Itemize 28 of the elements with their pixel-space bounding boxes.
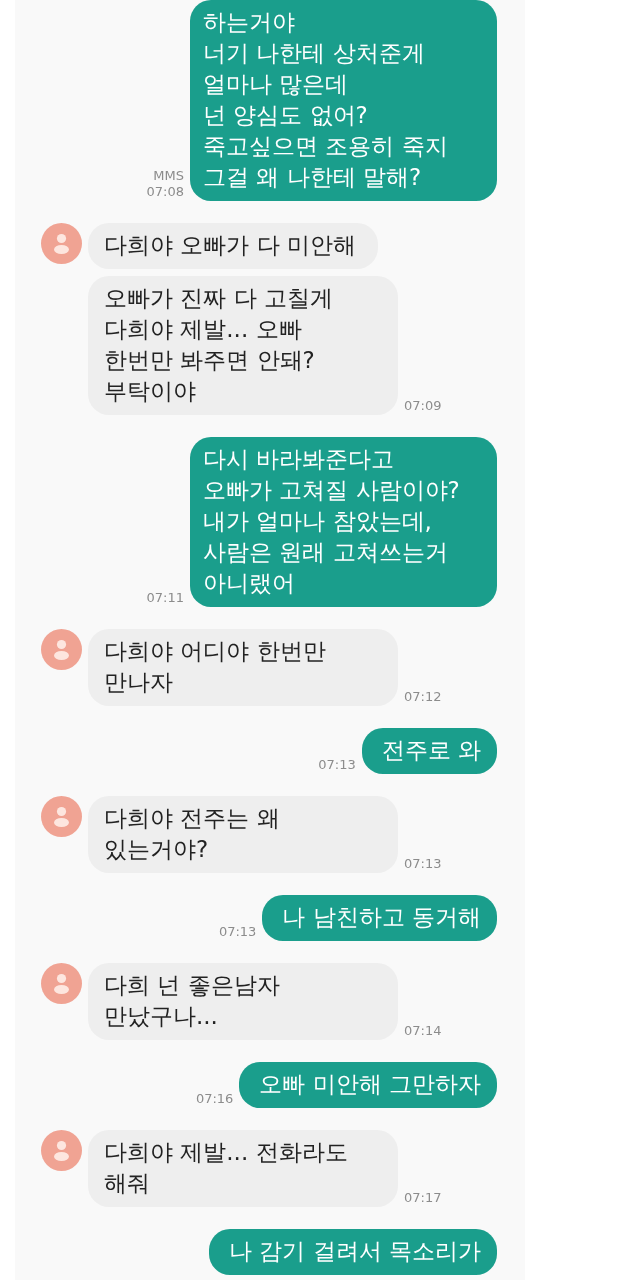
avatar-icon[interactable] [41,963,82,1004]
timestamp: 07:09 [404,398,442,414]
avatar-icon[interactable] [41,796,82,837]
avatar-icon[interactable] [41,1130,82,1171]
message-bubble: 나 감기 걸려서 목소리가 [209,1229,497,1275]
timestamp: 07:08 [146,184,184,200]
timestamp: 07:11 [146,590,184,606]
message-bubble: 전주로 와 [361,728,497,774]
message-bubble: 나 남친하고 동거해 [262,895,497,941]
timestamp: 07:12 [404,689,442,705]
timestamp: 07:17 [404,1190,442,1206]
avatar-icon[interactable] [41,223,82,264]
message-bubble: 다희야 제발... 전화라도 해줘 [88,1130,398,1207]
timestamp: 07:13 [218,924,257,940]
timestamp: 07:16 [195,1091,234,1107]
message-bubble: 하는거야 너기 나한테 상처준게 얼마나 많은데 넌 양심도 없어? 죽고싶으면 조용히 죽지 그걸 왜 나한테 말해? [190,0,497,201]
message-bubble: 오빠 미안해 그만하자 [239,1062,497,1108]
avatar-icon[interactable] [41,629,82,670]
message-bubble: 오빠가 진짜 다 고칠게 다희야 제발... 오빠 한번만 봐주면 안돼? 부탁이야 [88,276,398,415]
message-bubble: 다희야 어디야 한번만 만나자 [88,629,398,706]
message-bubble: 다희 넌 좋은남자 만났구나... [88,963,398,1040]
message-type-label: MMS [153,168,184,184]
timestamp: 07:13 [318,757,356,773]
message-bubble: 다시 바라봐준다고 오빠가 고쳐질 사람이야? 내가 얼마나 참았는데, 사람은 원래 고쳐쓰는거 아니랬어 [190,437,497,607]
message-bubble: 다희야 오빠가 다 미안해 [88,223,378,269]
message-bubble: 다희야 전주는 왜 있는거야? [88,796,398,873]
timestamp: 07:14 [404,1023,442,1039]
timestamp: 07:13 [404,856,442,872]
